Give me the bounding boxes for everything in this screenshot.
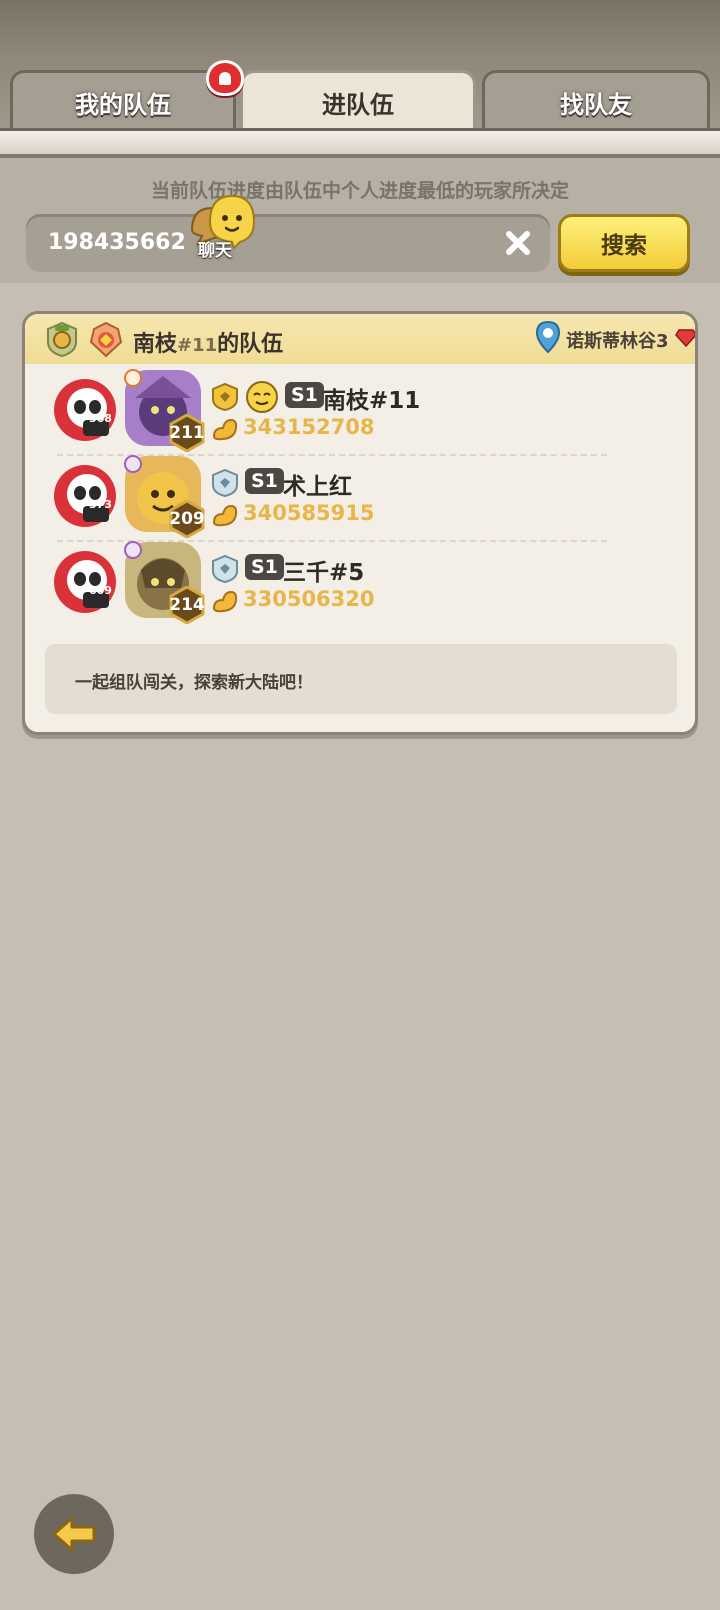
back-button[interactable] — [34, 1494, 114, 1574]
team-emblem-icon — [89, 321, 123, 358]
combat-power: 340585915 — [243, 501, 375, 525]
search-button[interactable]: 搜索 — [558, 214, 690, 272]
team-card-header: 南枝#11的队伍 诺斯蒂林谷3 — [25, 314, 695, 364]
team-progress-hint: 当前队伍进度由队伍中个人进度最低的玩家所决定 — [150, 180, 569, 202]
strength-arm-icon — [212, 418, 238, 441]
chat-label[interactable]: 聊天 — [198, 236, 232, 261]
tab-divider-strip — [0, 128, 720, 158]
tab-my-team[interactable]: 我的队伍 — [10, 70, 236, 132]
panda-pet-avatar-icon — [54, 465, 116, 527]
hero-level-badge: 214 — [168, 586, 206, 624]
team-member-row[interactable]: 568 211 S1 南枝#11 343152708 — [25, 368, 695, 452]
panda-pet-avatar-icon — [54, 551, 116, 613]
hero-level-badge: 211 — [168, 414, 206, 452]
combat-power: 330506320 — [243, 587, 375, 611]
team-rank-badge-icon — [47, 321, 77, 358]
strength-arm-icon — [212, 504, 238, 527]
tab-find-teammates[interactable]: 找队友 — [482, 70, 710, 132]
member-name: 三千#5 — [283, 560, 365, 586]
panda-pet-avatar-icon — [54, 379, 116, 441]
strength-arm-icon — [212, 590, 238, 613]
gold-rank-icon — [212, 382, 238, 412]
member-name: 术上红 — [283, 474, 352, 500]
combat-power: 343152708 — [243, 415, 375, 439]
team-member-row[interactable]: 573 209 S1 术上红 340585915 — [25, 454, 695, 538]
search-value: 198435662 — [48, 230, 186, 255]
notification-bell-icon — [206, 60, 244, 96]
silver-rank-icon — [212, 554, 238, 584]
team-location: 诺斯蒂林谷3 — [566, 331, 669, 352]
team-id-search-input[interactable]: 198435662 — [26, 214, 550, 272]
hero-level-badge: 209 — [168, 500, 206, 538]
season-tag: S1 — [245, 468, 284, 494]
team-message: 一起组队闯关，探索新大陆吧！ — [75, 673, 313, 693]
team-member-row[interactable]: 609 214 S1 三千#5 330506320 — [25, 540, 695, 624]
season-tag: S1 — [285, 382, 324, 408]
back-arrow-icon — [52, 1516, 96, 1552]
pet-level: 609 — [89, 584, 112, 597]
location-pin-icon — [535, 320, 561, 354]
silver-rank-icon — [212, 468, 238, 498]
emoji-face-icon — [246, 381, 278, 413]
member-name: 南枝#11 — [323, 388, 421, 414]
team-card[interactable]: 南枝#11的队伍 诺斯蒂林谷3 568 211 S1 南枝#11 3431527… — [22, 311, 698, 735]
red-gem-icon — [675, 329, 695, 348]
clear-icon[interactable] — [502, 227, 534, 259]
team-title: 南枝#11的队伍 — [133, 332, 284, 357]
pet-level: 568 — [89, 412, 112, 425]
season-tag: S1 — [245, 554, 284, 580]
pet-level: 573 — [89, 498, 112, 511]
tab-join-team[interactable]: 进队伍 — [240, 70, 476, 132]
team-message-box: 一起组队闯关，探索新大陆吧！ — [45, 644, 677, 714]
